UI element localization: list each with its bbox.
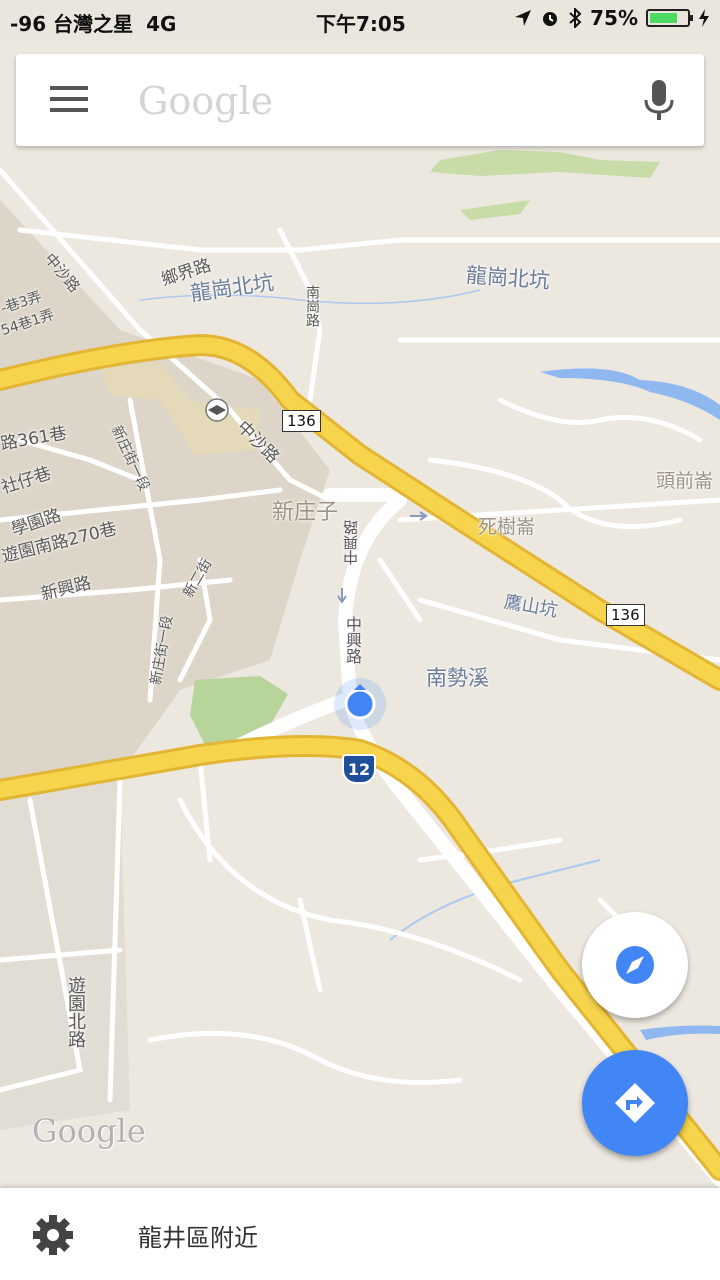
area-label[interactable]: 龍井區附近 [138,1218,258,1253]
map-label: 龍崗北坑 [465,263,551,293]
map-label: 頭前崙 [656,470,714,492]
gear-icon[interactable] [32,1214,74,1256]
signal-strength: -96 [10,12,47,36]
status-time: 下午7:05 [316,12,406,36]
carrier-name: 台灣之星 [53,12,134,36]
map-label: 遊園北路 [65,976,86,1048]
google-watermark: Google [32,1112,146,1150]
route-12-shield: 12 [342,754,376,784]
search-card [16,54,704,146]
map-label: 中興路 [342,520,360,565]
network-type: 4G [146,12,177,36]
map-label: 南勢溪 [426,666,489,690]
status-left: -96 台灣之星 4G [10,8,176,37]
charging-icon [699,9,709,27]
route-136-shield: 136 [606,604,645,626]
map-label: 中興路 [343,616,362,664]
map-label: 南崗路 [304,285,320,327]
menu-icon[interactable] [50,86,88,114]
my-location-button[interactable] [582,912,688,1018]
directions-button[interactable] [582,1050,688,1156]
bluetooth-icon [569,8,582,28]
status-right: 75% [514,6,710,30]
location-arrow-icon [515,10,532,26]
directions-icon [615,1083,655,1123]
my-location-dot [344,688,376,720]
microphone-icon[interactable] [640,78,678,124]
bottom-bar: 龍井區附近 [0,1188,720,1280]
map-label: 新庄子 [272,500,339,525]
battery-percent: 75% [590,6,638,30]
compass-icon [616,946,654,984]
route-136-shield: 136 [282,410,321,432]
search-input[interactable] [136,72,620,130]
status-bar: -96 台灣之星 4G 下午7:05 75% [0,0,720,40]
alarm-icon [543,12,558,26]
map-label: 死樹崙 [478,516,536,538]
battery-icon [646,9,693,27]
